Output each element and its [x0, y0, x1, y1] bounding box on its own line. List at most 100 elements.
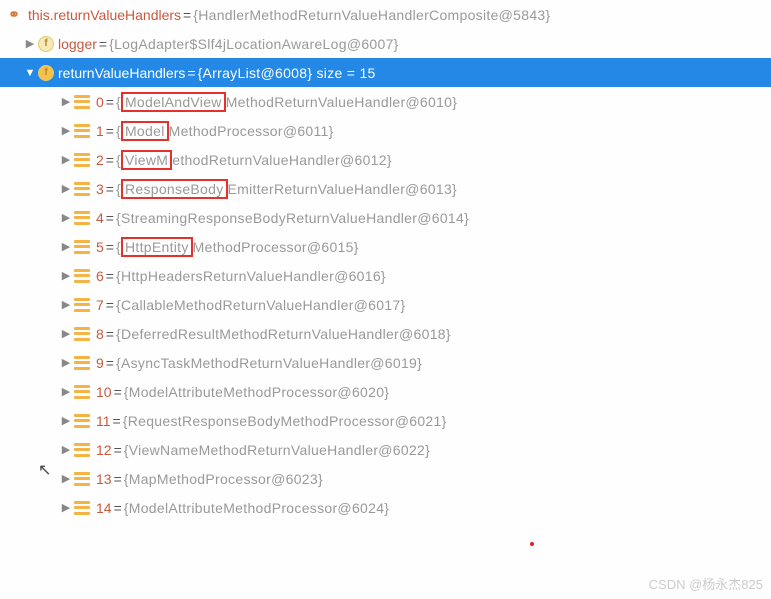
var-name: logger: [58, 36, 97, 52]
element-icon: [74, 182, 90, 196]
item-value: {ModelAttributeMethodProcessor@6024}: [124, 500, 390, 516]
equals: =: [183, 7, 191, 23]
expand-arrow[interactable]: ▶: [58, 269, 74, 282]
list-item[interactable]: ▶5 = {HttpEntityMethodProcessor@6015}: [0, 232, 771, 261]
element-icon: [74, 124, 90, 138]
expand-arrow[interactable]: ▶: [58, 298, 74, 311]
list-item[interactable]: ▶ 13 = {MapMethodProcessor@6023}: [0, 464, 771, 493]
item-value: {RequestResponseBodyMethodProcessor@6021…: [123, 413, 447, 429]
element-icon: [74, 240, 90, 254]
expand-arrow[interactable]: ▶: [58, 182, 74, 195]
expand-arrow[interactable]: ▶: [58, 356, 74, 369]
item-index: 5: [96, 239, 104, 255]
item-index: 12: [96, 442, 112, 458]
expand-arrow[interactable]: ▶: [58, 153, 74, 166]
equals: =: [106, 181, 114, 197]
list-item[interactable]: ▶ 4 = {StreamingResponseBodyReturnValueHa…: [0, 203, 771, 232]
item-index: 1: [96, 123, 104, 139]
expand-arrow[interactable]: ▶: [22, 37, 38, 50]
highlight-box: ModelAndView: [121, 92, 226, 112]
highlight-box: HttpEntity: [121, 237, 193, 257]
expand-arrow[interactable]: ▶: [58, 414, 74, 427]
item-value: {ModelAttributeMethodProcessor@6020}: [124, 384, 390, 400]
var-value: {ArrayList@6008} size = 15: [198, 65, 376, 81]
list-item[interactable]: ▶6 = {HttpHeadersReturnValueHandler@6016…: [0, 261, 771, 290]
equals: =: [187, 65, 195, 81]
collapse-arrow[interactable]: ▼: [22, 67, 38, 79]
item-index: 7: [96, 297, 104, 313]
var-name: this.returnValueHandlers: [28, 7, 181, 23]
list-item[interactable]: ▶ 12 = {ViewNameMethodReturnValueHandler@…: [0, 435, 771, 464]
element-icon: [74, 385, 90, 399]
field-icon: f: [38, 65, 54, 81]
item-value: {ViewMethodReturnValueHandler@6012}: [116, 150, 392, 170]
list-item[interactable]: ▶3 = {ResponseBodyEmitterReturnValueHand…: [0, 174, 771, 203]
list-item[interactable]: ▶14 = {ModelAttributeMethodProcessor@602…: [0, 493, 771, 522]
watermark: CSDN @杨永杰825: [649, 574, 763, 593]
expand-arrow[interactable]: ▶: [58, 327, 74, 340]
item-value: {ViewNameMethodReturnValueHandler@6022}: [124, 442, 430, 458]
list-item[interactable]: ▶8 = {DeferredResultMethodReturnValueHan…: [0, 319, 771, 348]
list-item[interactable]: ▶10 = {ModelAttributeMethodProcessor@602…: [0, 377, 771, 406]
element-icon: [74, 414, 90, 428]
item-value: {DeferredResultMethodReturnValueHandler@…: [116, 326, 451, 342]
element-icon: [74, 443, 90, 457]
item-value: {HttpHeadersReturnValueHandler@6016}: [116, 268, 386, 284]
debug-row-logger[interactable]: ▶ f logger = {LogAdapter$Slf4jLocationAw…: [0, 29, 771, 58]
equals: =: [114, 500, 122, 516]
highlight-box: ViewM: [121, 150, 172, 170]
debug-row-returnvaluehandlers[interactable]: ▼ f returnValueHandlers = {ArrayList@600…: [0, 58, 771, 87]
var-value: {HandlerMethodReturnValueHandlerComposit…: [193, 7, 550, 23]
item-value: {MapMethodProcessor@6023}: [124, 471, 323, 487]
item-value: {AsyncTaskMethodReturnValueHandler@6019}: [116, 355, 422, 371]
glasses-icon: ⚭: [4, 6, 24, 24]
expand-arrow[interactable]: ▶: [58, 385, 74, 398]
item-value: {CallableMethodReturnValueHandler@6017}: [116, 297, 406, 313]
highlight-box: ResponseBody: [121, 179, 228, 199]
item-index: 9: [96, 355, 104, 371]
equals: =: [99, 36, 107, 52]
expand-arrow[interactable]: ▶: [58, 95, 74, 108]
item-index: 6: [96, 268, 104, 284]
equals: =: [106, 123, 114, 139]
equals: =: [106, 210, 114, 226]
expand-arrow[interactable]: ▶: [58, 124, 74, 137]
equals: =: [114, 471, 122, 487]
equals: =: [106, 355, 114, 371]
expand-arrow[interactable]: ▶: [58, 240, 74, 253]
element-icon: [74, 327, 90, 341]
var-value: {LogAdapter$Slf4jLocationAwareLog@6007}: [109, 36, 399, 52]
element-icon: [74, 269, 90, 283]
equals: =: [106, 297, 114, 313]
item-index: 2: [96, 152, 104, 168]
equals: =: [114, 442, 122, 458]
list-item[interactable]: ▶ 9 = {AsyncTaskMethodReturnValueHandler@…: [0, 348, 771, 377]
item-index: 8: [96, 326, 104, 342]
list-item[interactable]: ▶ 7 = {CallableMethodReturnValueHandler@6…: [0, 290, 771, 319]
expand-arrow[interactable]: ▶: [58, 443, 74, 456]
list-item[interactable]: ▶11 = {RequestResponseBodyMethodProcesso…: [0, 406, 771, 435]
list-item[interactable]: ▶2 = {ViewMethodReturnValueHandler@6012}: [0, 145, 771, 174]
element-icon: [74, 501, 90, 515]
item-index: 13: [96, 471, 112, 487]
item-value: {HttpEntityMethodProcessor@6015}: [116, 237, 359, 257]
expand-arrow[interactable]: ▶: [58, 501, 74, 514]
item-value: {StreamingResponseBodyReturnValueHandler…: [116, 210, 469, 226]
field-icon: f: [38, 36, 54, 52]
debug-row-this[interactable]: ⚭ this.returnValueHandlers = {HandlerMet…: [0, 0, 771, 29]
equals: =: [113, 413, 121, 429]
expand-arrow[interactable]: ▶: [58, 211, 74, 224]
item-index: 4: [96, 210, 104, 226]
item-value: {ModelAndViewMethodReturnValueHandler@60…: [116, 92, 457, 112]
list-item[interactable]: ▶ 1 = {ModelMethodProcessor@6011}: [0, 116, 771, 145]
equals: =: [114, 384, 122, 400]
expand-arrow[interactable]: ▶: [58, 472, 74, 485]
list-item[interactable]: ▶0 = {ModelAndViewMethodReturnValueHandl…: [0, 87, 771, 116]
item-value: {ModelMethodProcessor@6011}: [116, 121, 334, 141]
equals: =: [106, 94, 114, 110]
var-name: returnValueHandlers: [58, 65, 185, 81]
cursor-icon: ↖: [38, 460, 51, 480]
highlight-box: Model: [121, 121, 169, 141]
element-icon: [74, 153, 90, 167]
element-icon: [74, 298, 90, 312]
